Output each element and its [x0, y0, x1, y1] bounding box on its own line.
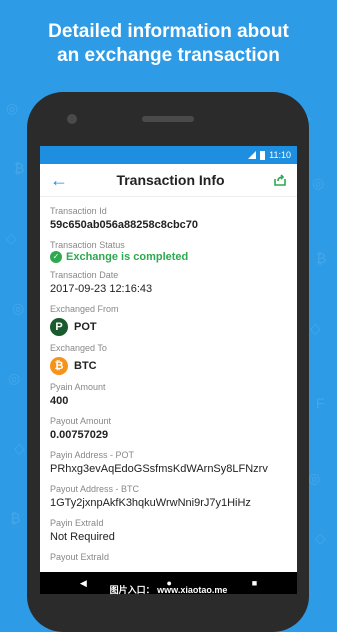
field-label: Payin ExtraId — [50, 518, 104, 528]
page-title: Transaction Info — [116, 172, 225, 188]
payout-extraid-field: Payout ExtraId — [50, 551, 287, 563]
phone-speaker — [142, 116, 194, 122]
field-label: Payout ExtraId — [50, 552, 110, 562]
promo-headline: Detailed information about an exchange t… — [0, 20, 337, 68]
headline-line-2: an exchange transaction — [57, 45, 280, 66]
transaction-status-field: Transaction Status ✓ Exchange is complet… — [50, 239, 287, 263]
payout-amount-field: Payout Amount 0.00757029 — [50, 415, 287, 443]
field-label: Exchanged To — [50, 343, 107, 353]
payin-extraid-value: Not Required — [50, 531, 115, 543]
payin-extraid-field: Payin ExtraId Not Required — [50, 517, 287, 545]
status-time: 11:10 — [269, 150, 291, 160]
arrow-left-icon[interactable]: ← — [50, 171, 68, 189]
transaction-date-field: Transaction Date 2017-09-23 12:16:43 — [50, 269, 287, 297]
field-label: Pyain Amount — [50, 382, 106, 392]
app-bar: ← Transaction Info — [40, 164, 297, 197]
pyain-amount-value: 400 — [50, 395, 69, 407]
field-label: Transaction Date — [50, 270, 119, 280]
front-camera — [67, 114, 77, 124]
field-label: Exchanged From — [50, 304, 119, 314]
btc-coin-icon: ₿ — [50, 357, 68, 375]
payin-address-value: PRhxg3evAqEdoGSsfmsKdWArnSy8LFNzrv — [50, 463, 268, 475]
transaction-id-value: 59c650ab056a88258c8cbc70 — [50, 219, 199, 231]
watermark: 图片入口： www.xiaotao.me — [109, 585, 228, 595]
phone-screen: 11:10 ← Transaction Info Transaction Id … — [40, 146, 297, 594]
field-label: Transaction Id — [50, 206, 107, 216]
exchanged-to-field: Exchanged To ₿ BTC — [50, 342, 287, 375]
battery-icon — [260, 150, 266, 160]
check-circle-icon: ✓ — [50, 251, 62, 263]
field-label: Transaction Status — [50, 240, 125, 250]
pyain-amount-field: Pyain Amount 400 — [50, 381, 287, 409]
pot-coin-icon: P — [50, 318, 68, 336]
headline-line-1: Detailed information about — [48, 21, 289, 42]
to-currency: BTC — [74, 360, 97, 372]
share-icon[interactable] — [273, 173, 287, 187]
payin-address-field: Payin Address - POT PRhxg3evAqEdoGSsfmsK… — [50, 449, 287, 477]
payout-address-field: Payout Address - BTC 1GTy2jxnpAkfK3hqkuW… — [50, 483, 287, 511]
status-badge: Exchange is completed — [66, 251, 189, 263]
status-bar: 11:10 — [40, 146, 297, 164]
field-label: Payin Address - POT — [50, 450, 135, 460]
transaction-id-field: Transaction Id 59c650ab056a88258c8cbc70 — [50, 205, 287, 233]
transaction-details: Transaction Id 59c650ab056a88258c8cbc70 … — [40, 197, 297, 563]
transaction-date-value: 2017-09-23 12:16:43 — [50, 283, 153, 295]
from-currency: POT — [74, 321, 97, 333]
payout-amount-value: 0.00757029 — [50, 429, 109, 441]
field-label: Payout Amount — [50, 416, 112, 426]
exchanged-from-field: Exchanged From P POT — [50, 303, 287, 336]
field-label: Payout Address - BTC — [50, 484, 140, 494]
payout-address-value: 1GTy2jxnpAkfK3hqkuWrwNni9rJ7y1HiHz — [50, 497, 251, 509]
signal-icon — [248, 151, 257, 159]
